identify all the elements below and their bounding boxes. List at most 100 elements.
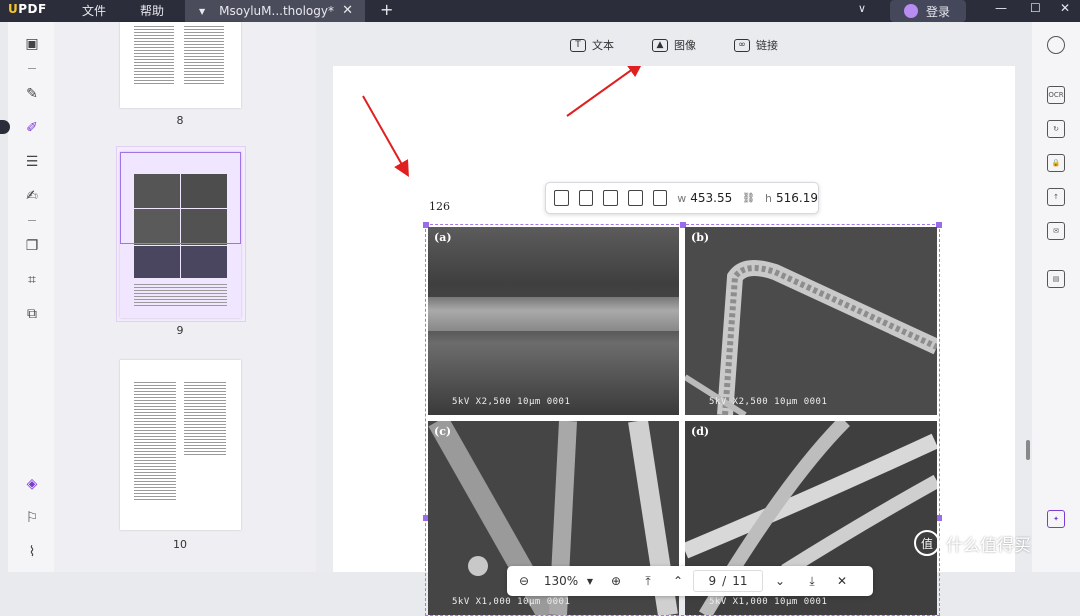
search-icon[interactable] bbox=[1047, 36, 1065, 54]
login-label: 登录 bbox=[926, 4, 951, 19]
crop-icon[interactable]: ⌗ bbox=[22, 270, 42, 290]
tool-label: 文本 bbox=[592, 39, 614, 52]
height-field[interactable]: h 516.19 bbox=[765, 191, 818, 205]
maximize-icon[interactable]: ☐ bbox=[1030, 1, 1041, 15]
chevron-down-icon[interactable]: ∨ bbox=[858, 2, 866, 15]
comment-icon[interactable]: ✎ bbox=[22, 84, 42, 104]
divider bbox=[28, 68, 36, 69]
edit-pdf-icon[interactable]: ✐ bbox=[22, 118, 42, 138]
new-tab-icon[interactable]: + bbox=[380, 0, 393, 19]
close-tab-icon[interactable]: ✕ bbox=[342, 3, 353, 18]
ocr-icon[interactable]: OCR bbox=[1047, 86, 1065, 104]
convert-icon[interactable]: ⧉ bbox=[22, 304, 42, 324]
tab-dropdown-icon[interactable]: ▼ bbox=[199, 7, 205, 16]
page-number-8: 8 bbox=[176, 114, 184, 127]
watermark: 值 什么值得买 bbox=[914, 530, 1031, 556]
close-window-icon[interactable]: ✕ bbox=[1060, 1, 1070, 15]
fiber-shape bbox=[428, 297, 679, 331]
menu-file[interactable]: 文件 bbox=[82, 2, 106, 19]
reader-icon[interactable]: ▣ bbox=[22, 34, 42, 54]
form-icon[interactable]: ☰ bbox=[22, 152, 42, 172]
edit-toolbar: T 文本 ▲ 图像 ∞ 链接 bbox=[316, 32, 1032, 58]
pdf-page: 126 w 453.55 ⛓ h 516.19 (a) 5kV X2,500 1… bbox=[333, 66, 1015, 616]
height-label: h bbox=[764, 191, 772, 205]
protect-icon[interactable]: 🔒 bbox=[1047, 154, 1065, 172]
thumb-image-e bbox=[134, 246, 180, 278]
width-value: 453.55 bbox=[690, 191, 733, 205]
share-icon[interactable]: ↑ bbox=[1047, 188, 1065, 206]
next-page-icon[interactable]: ⌄ bbox=[763, 574, 797, 588]
left-toolbar: ▣ ✎ ✐ ☰ ✍ ❐ ⌗ ⧉ ◈ ⚐ ⌇ bbox=[8, 22, 54, 572]
page-thumbnail-9[interactable] bbox=[120, 152, 241, 318]
page-separator: / bbox=[722, 574, 727, 588]
width-field[interactable]: w 453.55 bbox=[677, 191, 732, 205]
rotate-right-icon[interactable] bbox=[578, 190, 594, 206]
arrow-to-selection bbox=[362, 95, 409, 177]
sem-image-a: (a) 5kV X2,500 10μm 0001 bbox=[428, 227, 679, 415]
avatar bbox=[904, 4, 918, 18]
add-image-button[interactable]: ▲ 图像 bbox=[652, 32, 696, 58]
height-value: 516.19 bbox=[775, 191, 818, 205]
watermark-text: 什么值得买 bbox=[946, 535, 1031, 556]
ai-assistant-icon[interactable]: ✦ bbox=[1047, 510, 1065, 528]
right-toolbar: OCR ↻ 🔒 ↑ ✉ ▤ ✦ bbox=[1032, 22, 1080, 572]
title-bar: UPDF 文件 帮助 ▼ MsoyluM...thology* ✕ + ∨ 登录… bbox=[0, 0, 1080, 22]
link-tool-icon: ∞ bbox=[734, 38, 750, 52]
zoom-in-icon[interactable]: ⊕ bbox=[599, 574, 633, 588]
viewport-indicator[interactable] bbox=[120, 152, 241, 244]
page-number-10: 10 bbox=[173, 538, 187, 551]
page-number-9: 9 bbox=[176, 324, 184, 337]
total-pages: 11 bbox=[732, 574, 748, 588]
previous-page-icon[interactable]: ⌃ bbox=[663, 574, 693, 588]
rotate-left-icon[interactable] bbox=[554, 190, 569, 206]
page-thumbnail-8[interactable] bbox=[120, 22, 241, 108]
organize-pages-icon[interactable]: ❐ bbox=[22, 236, 42, 256]
page-navigator: ⊖ 130% ▼ ⊕ ⤒ ⌃ 9 / 11 ⌄ ⤓ ✕ bbox=[507, 566, 873, 596]
add-text-button[interactable]: T 文本 bbox=[570, 32, 614, 58]
arrow-to-image-tool bbox=[566, 66, 644, 117]
replace-image-icon[interactable] bbox=[652, 190, 668, 206]
fiber-graphic bbox=[685, 260, 937, 415]
last-page-icon[interactable]: ⤓ bbox=[797, 574, 827, 589]
document-view: T 文本 ▲ 图像 ∞ 链接 126 w 453.55 ⛓ h 516.19 (… bbox=[316, 22, 1032, 616]
bookmark-icon[interactable]: ⚐ bbox=[22, 508, 42, 528]
zoom-out-icon[interactable]: ⊖ bbox=[507, 574, 541, 588]
page-input[interactable]: 9 / 11 bbox=[693, 570, 763, 592]
extract-image-icon[interactable] bbox=[603, 190, 618, 206]
crop-image-icon[interactable] bbox=[627, 190, 643, 206]
panel-label: (c) bbox=[434, 425, 452, 438]
panel-info: 5kV X1,000 10μm 0001 bbox=[709, 597, 828, 607]
image-edit-toolbar: w 453.55 ⛓ h 516.19 bbox=[545, 182, 819, 214]
vertical-scrollbar[interactable] bbox=[1026, 440, 1030, 460]
email-icon[interactable]: ✉ bbox=[1047, 222, 1065, 240]
document-tab[interactable]: ▼ MsoyluM...thology* ✕ bbox=[185, 0, 365, 22]
layers-icon[interactable]: ◈ bbox=[22, 474, 42, 494]
panel-label: (b) bbox=[691, 231, 710, 244]
current-page: 9 bbox=[708, 574, 717, 588]
menu-help[interactable]: 帮助 bbox=[140, 2, 164, 19]
app-logo: UPDF bbox=[8, 2, 47, 16]
panel-info: 5kV X2,500 10μm 0001 bbox=[709, 397, 828, 407]
sem-image-b: (b) 5kV X2,500 10μm 0001 bbox=[685, 227, 937, 415]
first-page-icon[interactable]: ⤒ bbox=[633, 574, 663, 589]
convert-pdf-icon[interactable]: ↻ bbox=[1047, 120, 1065, 138]
image-selection-box[interactable]: (a) 5kV X2,500 10μm 0001 (b) 5kV X2,500 … bbox=[423, 222, 942, 616]
watermark-logo-icon: 值 bbox=[914, 530, 940, 556]
sign-icon[interactable]: ✍ bbox=[22, 186, 42, 206]
close-navigator-icon[interactable]: ✕ bbox=[827, 574, 857, 588]
thumb-image-f bbox=[181, 246, 227, 278]
tool-label: 图像 bbox=[674, 39, 696, 52]
zoom-level[interactable]: 130% bbox=[541, 574, 581, 588]
attachment-icon[interactable]: ⌇ bbox=[22, 542, 42, 562]
login-button[interactable]: 登录 bbox=[890, 0, 966, 22]
image-tool-icon: ▲ bbox=[652, 38, 668, 52]
divider bbox=[28, 220, 36, 221]
page-header-number: 126 bbox=[429, 200, 450, 213]
minimize-icon[interactable]: — bbox=[995, 1, 1007, 15]
thumbnail-panel: 8 9 10 bbox=[54, 22, 316, 572]
zoom-dropdown-icon[interactable]: ▼ bbox=[581, 577, 599, 586]
add-link-button[interactable]: ∞ 链接 bbox=[734, 32, 778, 58]
lock-ratio-icon[interactable]: ⛓ bbox=[742, 193, 755, 204]
page-thumbnail-10[interactable] bbox=[120, 360, 241, 530]
save-icon[interactable]: ▤ bbox=[1047, 270, 1065, 288]
